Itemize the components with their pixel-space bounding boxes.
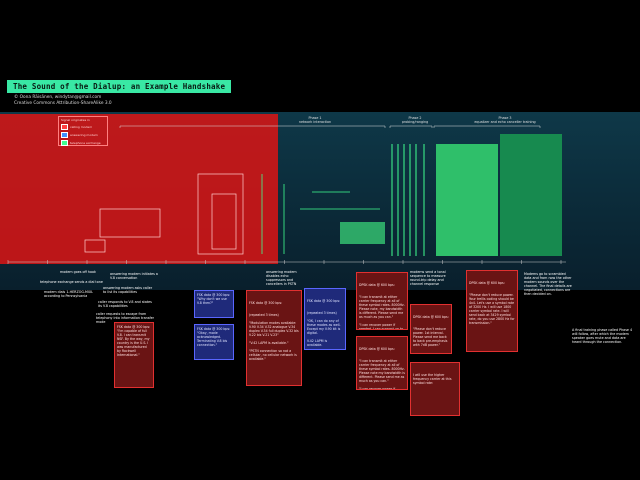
tag-dialing: modem dials 1-HERZOG-MIXL according to P…	[44, 290, 93, 298]
legend-row-answering: answering modem	[61, 132, 105, 138]
callout-fsk-5: FSK data @ 300 bps: (repeated 3 times) "…	[304, 288, 346, 350]
callout-dpsk-4-body: "Please don't reduce power. Your trellis…	[469, 293, 516, 325]
callout-fsk-5-body: (repeated 3 times) "OK, I can do any of …	[307, 311, 341, 347]
tag-ask-capabilities: answering modem asks caller to list its …	[103, 286, 153, 294]
callout-dpsk-2: DPSK data @ 600 bps: "I can transmit at …	[356, 336, 408, 390]
callout-fsk-5-head: FSK data @ 300 bps:	[307, 299, 341, 303]
callout-dpsk-1-body: "I can transmit at either carrier freque…	[359, 295, 405, 330]
callout-dpsk-2-body: "I can transmit at either carrier freque…	[359, 359, 405, 390]
phase-2-label: Phase 2 probing/ranging	[401, 116, 429, 124]
phase-1-bracket	[119, 125, 386, 128]
v8bis-block	[211, 193, 237, 250]
legend-row-exchange: telephone exchange	[61, 140, 105, 146]
credit-license: Creative Commons Attribution-ShareAlike …	[14, 101, 112, 106]
callout-table: I will use the higher frequency carrier …	[410, 362, 460, 416]
fsk-burst	[340, 222, 385, 244]
legend-label-answering: answering modem	[70, 133, 98, 137]
phase-3-label: Phase 3 equalizer and echo canceller tra…	[474, 116, 536, 124]
legend: Signal originates in calling modem answe…	[58, 116, 108, 146]
callout-dpsk-3: DPSK data @ 600 bps: "Please don't reduc…	[410, 304, 452, 354]
callout-dpsk-1-head: DPSK data @ 600 bps:	[359, 283, 395, 287]
tag-off-hook: modem goes off hook	[60, 270, 96, 274]
phase-1-label: Phase 1 network interaction	[298, 116, 332, 124]
legend-label-calling: calling modem	[70, 125, 93, 129]
callout-dpsk-4-head: DPSK data @ 600 bps:	[469, 281, 505, 285]
tag-echo-disable: answering modem disables echo suppressor…	[266, 270, 297, 286]
credit-author: © Oona Räisänen, windytan@gmail.com	[14, 95, 102, 100]
callout-dpsk-3-head: DPSK data @ 600 bps:	[413, 315, 449, 319]
tag-v8-init: answering modem initiates a V.8 conversa…	[110, 272, 158, 280]
training-block-2	[500, 134, 562, 256]
dtmf-block	[99, 208, 161, 238]
poster-title: The Sound of the Dialup: an Example Hand…	[7, 80, 232, 93]
callout-table-caption: I will use the higher frequency carrier …	[413, 373, 453, 385]
callout-fsk-1-body: "I'm capable of full V.8. I can transmit…	[117, 329, 150, 357]
tag-caller-responds: caller responds to V.8 and states its V.…	[98, 300, 152, 308]
legend-swatch-answering	[61, 132, 68, 138]
callout-dpsk-3-body: "Please don't reduce power. 1st interval…	[413, 327, 449, 347]
callout-fsk-3: FSK data @ 300 bps: "Okay, mode acknowle…	[194, 324, 234, 360]
callout-dpsk-2-head: DPSK data @ 600 bps:	[359, 347, 395, 351]
callout-fsk-4-head: FSK data @ 300 bps:	[249, 301, 283, 305]
training-block-1	[436, 144, 498, 256]
legend-swatch-exchange	[61, 140, 68, 146]
callout-fsk-4-body: (repeated 3 times) "Modulation modes ava…	[249, 313, 299, 361]
callout-fsk-4: FSK data @ 300 bps: (repeated 3 times) "…	[246, 290, 302, 386]
tag-scrambled: Modems go to scrambled data and from now…	[524, 272, 572, 296]
callout-fsk-3-body: "Okay, mode acknowledged. Terminating V.…	[197, 331, 228, 347]
phase-3-bracket	[433, 125, 541, 128]
dial-tone-block	[84, 239, 106, 253]
callout-fsk-1: FSK data @ 300 bps: "I'm capable of full…	[114, 322, 154, 388]
callout-fsk-2: FSK data @ 300 bps: "Why don't we use V.…	[194, 290, 234, 318]
tag-dial-tone: telephone exchange sends a dial tone	[40, 280, 103, 284]
callout-fsk-2-body: "Why don't we use V.8 then?"	[197, 297, 227, 305]
phase-2-bracket	[389, 125, 433, 128]
final-note: A final training phase called Phase 4 wi…	[572, 328, 633, 344]
legend-row-calling: calling modem	[61, 124, 105, 130]
legend-label-exchange: telephone exchange	[70, 141, 101, 145]
legend-heading: Signal originates in	[61, 118, 90, 122]
callout-dpsk-4: DPSK data @ 600 bps: "Please don't reduc…	[466, 270, 518, 352]
tag-ranging: modems send a tonal sequence to measure …	[410, 270, 446, 286]
callout-dpsk-1: DPSK data @ 600 bps: "I can transmit at …	[356, 272, 408, 330]
legend-swatch-calling	[61, 124, 68, 130]
